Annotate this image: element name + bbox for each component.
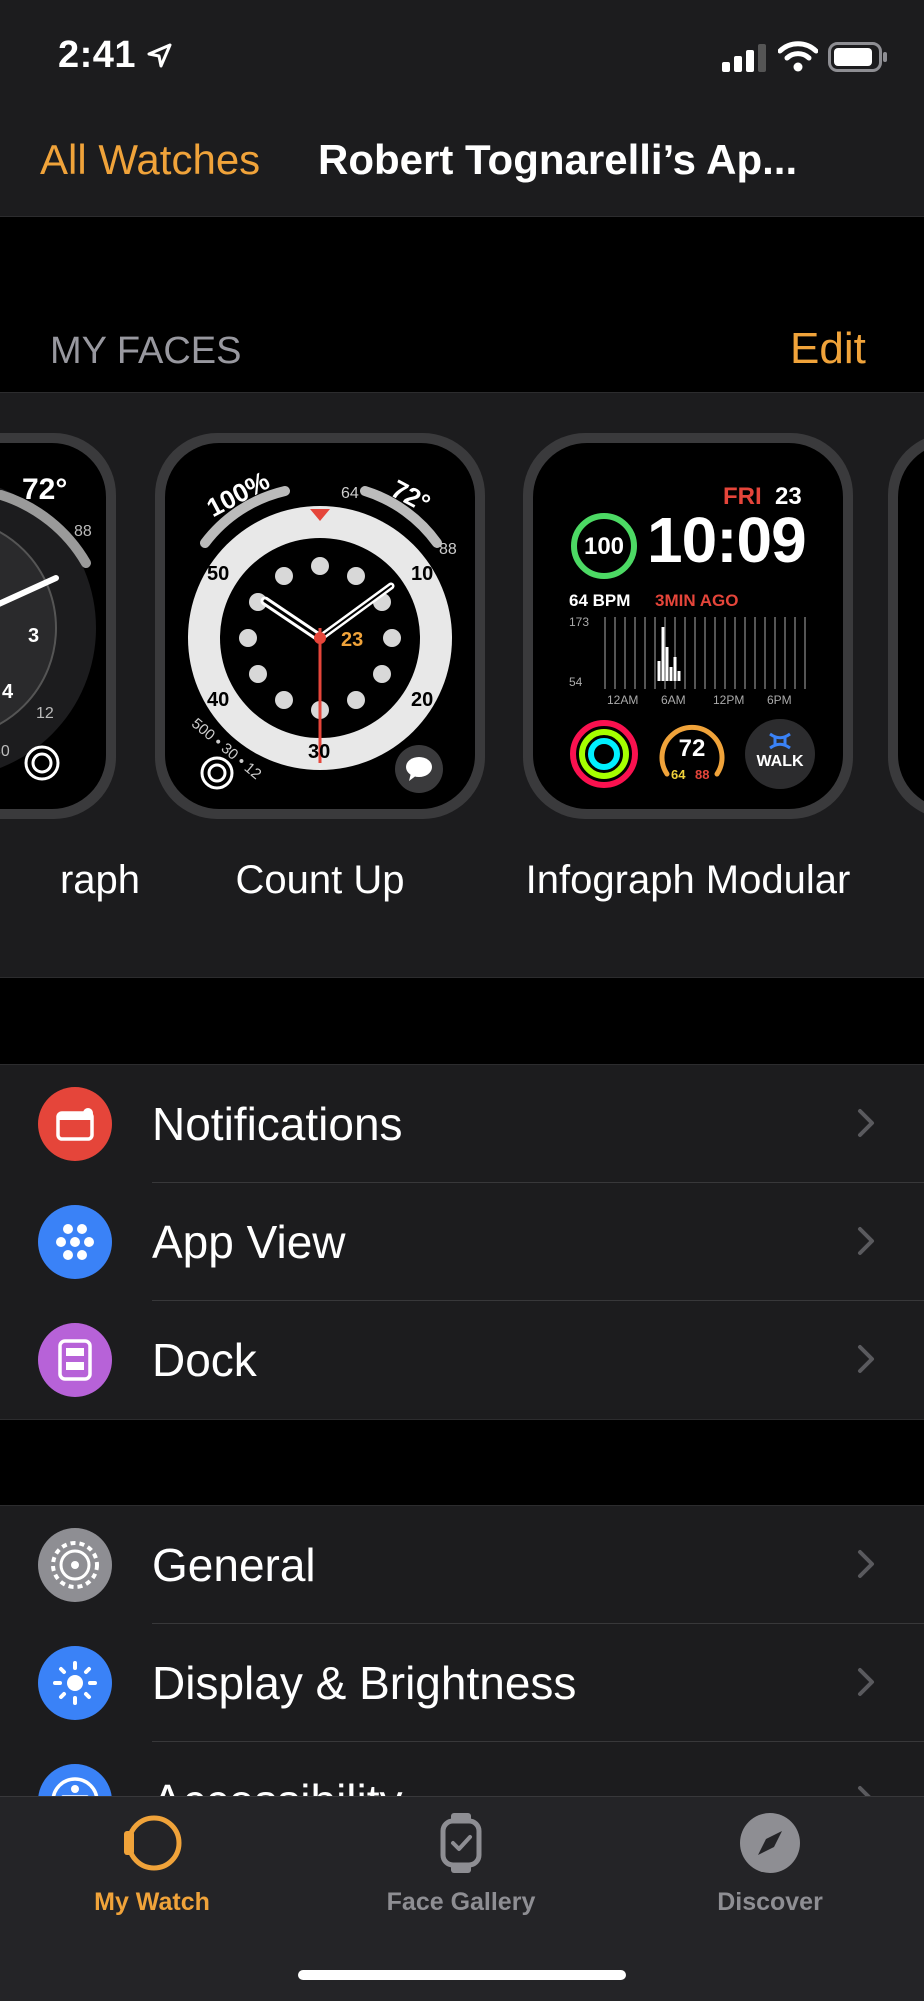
heart-rate-graph [604,617,806,689]
gear-icon [38,1528,112,1602]
battery-icon [828,42,887,72]
graph-tick-12am: 12AM [607,693,639,707]
general-row[interactable]: General [0,1506,924,1624]
count-mark-50: 50 [207,563,230,585]
display-brightness-row[interactable]: Display & Brightness [0,1624,924,1742]
compass-icon [740,1813,800,1873]
face-label-count-up: Count Up [235,858,405,902]
my-faces-header: MY FACES [50,330,242,372]
notifications-label: Notifications [152,1098,403,1150]
chevron-right-icon [858,1109,874,1137]
hour-number-4: 4 [2,681,14,703]
temperature-high: 88 [74,523,92,540]
heart-rate-ago: 3MIN AGO [655,591,739,610]
hour-number-3: 3 [28,625,40,647]
page-title: Robert Tognarelli’s Ap... [318,136,798,183]
wifi-icon [778,41,818,72]
watch-face-infograph[interactable]: 72° 88 05 3 4 12 30 [0,433,116,819]
edit-button[interactable]: Edit [790,324,866,374]
face-gallery-icon [440,1813,482,1873]
chevron-right-icon [858,1550,874,1578]
settings-group-watch-faces: Notifications App View Dock [0,1064,924,1420]
chevron-right-icon [858,1345,874,1373]
temperature-complication: 72° [22,473,68,506]
location-arrow-icon [147,43,172,68]
tab-label: Face Gallery [386,1888,536,1916]
watch-icon [124,1815,182,1871]
watch-face-count-up[interactable]: 100% 64 72° 88 50 10 40 20 30 23 500 • 3… [155,433,485,819]
display-brightness-label: Display & Brightness [152,1657,577,1709]
cellular-signal-icon [722,44,766,72]
app-view-icon [38,1205,112,1279]
heart-rate-high: 88 [695,767,710,782]
tab-my-watch[interactable]: My Watch [52,1811,252,1917]
temperature-high: 88 [439,541,457,558]
outer-value: 12 [36,705,54,722]
outer-value-2: 30 [0,743,10,760]
tab-label: Discover [717,1888,823,1916]
all-watches-button[interactable]: All Watches [40,136,260,184]
dock-label: Dock [152,1334,257,1386]
general-label: General [152,1539,316,1591]
dock-icon [38,1323,112,1397]
date-complication: 23 [341,629,364,651]
tab-face-gallery[interactable]: Face Gallery [361,1811,561,1917]
activity-ring-value: 100 [583,533,625,560]
heart-rate-value: 72 [678,735,706,762]
notifications-icon [38,1087,112,1161]
home-indicator[interactable] [298,1970,626,1980]
count-mark-10: 10 [411,563,434,585]
tab-label: My Watch [94,1888,210,1916]
notifications-row[interactable]: Notifications [0,1065,924,1183]
status-bar: 2:41 [0,0,924,110]
under-armour-icon [769,732,791,750]
face-label-infograph-modular: Infograph Modular [525,858,851,902]
heart-rate-low: 64 [671,767,686,782]
graph-tick-6am: 6AM [661,693,686,707]
walk-complication: WALK [745,719,815,789]
my-faces-carousel[interactable]: 72° 88 05 3 4 12 30 raph [0,392,924,978]
chevron-right-icon [858,1668,874,1696]
graph-tick-12pm: 12PM [713,693,745,707]
heart-rate-bpm: 64 BPM [569,591,631,610]
count-mark-40: 40 [207,689,230,711]
walk-label: WALK [756,753,804,770]
watch-face-infograph-modular[interactable]: FRI 23 100 10:09 64 BPM 3MIN AGO 173 54 [523,433,853,819]
status-time: 2:41 [58,34,137,76]
app-view-row[interactable]: App View [0,1183,924,1301]
tab-discover[interactable]: Discover [670,1811,870,1917]
navigation-bar: All Watches Robert Tognarelli’s Ap... [0,110,924,217]
count-mark-20: 20 [411,689,434,711]
temperature-low: 64 [341,485,359,502]
settings-group-general: General Display & Brightness Accessibili… [0,1505,924,1807]
app-view-label: App View [152,1216,346,1268]
count-mark-30: 30 [308,741,331,763]
graph-tick-6pm: 6PM [767,693,792,707]
chevron-right-icon [858,1227,874,1255]
dock-row[interactable]: Dock [0,1301,924,1419]
brightness-icon [38,1646,112,1720]
watch-face-next[interactable] [888,433,924,819]
digital-time: 10:09 [647,504,807,576]
graph-high: 173 [569,615,590,629]
graph-low: 54 [569,675,583,689]
activity-rings-icon [570,720,638,788]
